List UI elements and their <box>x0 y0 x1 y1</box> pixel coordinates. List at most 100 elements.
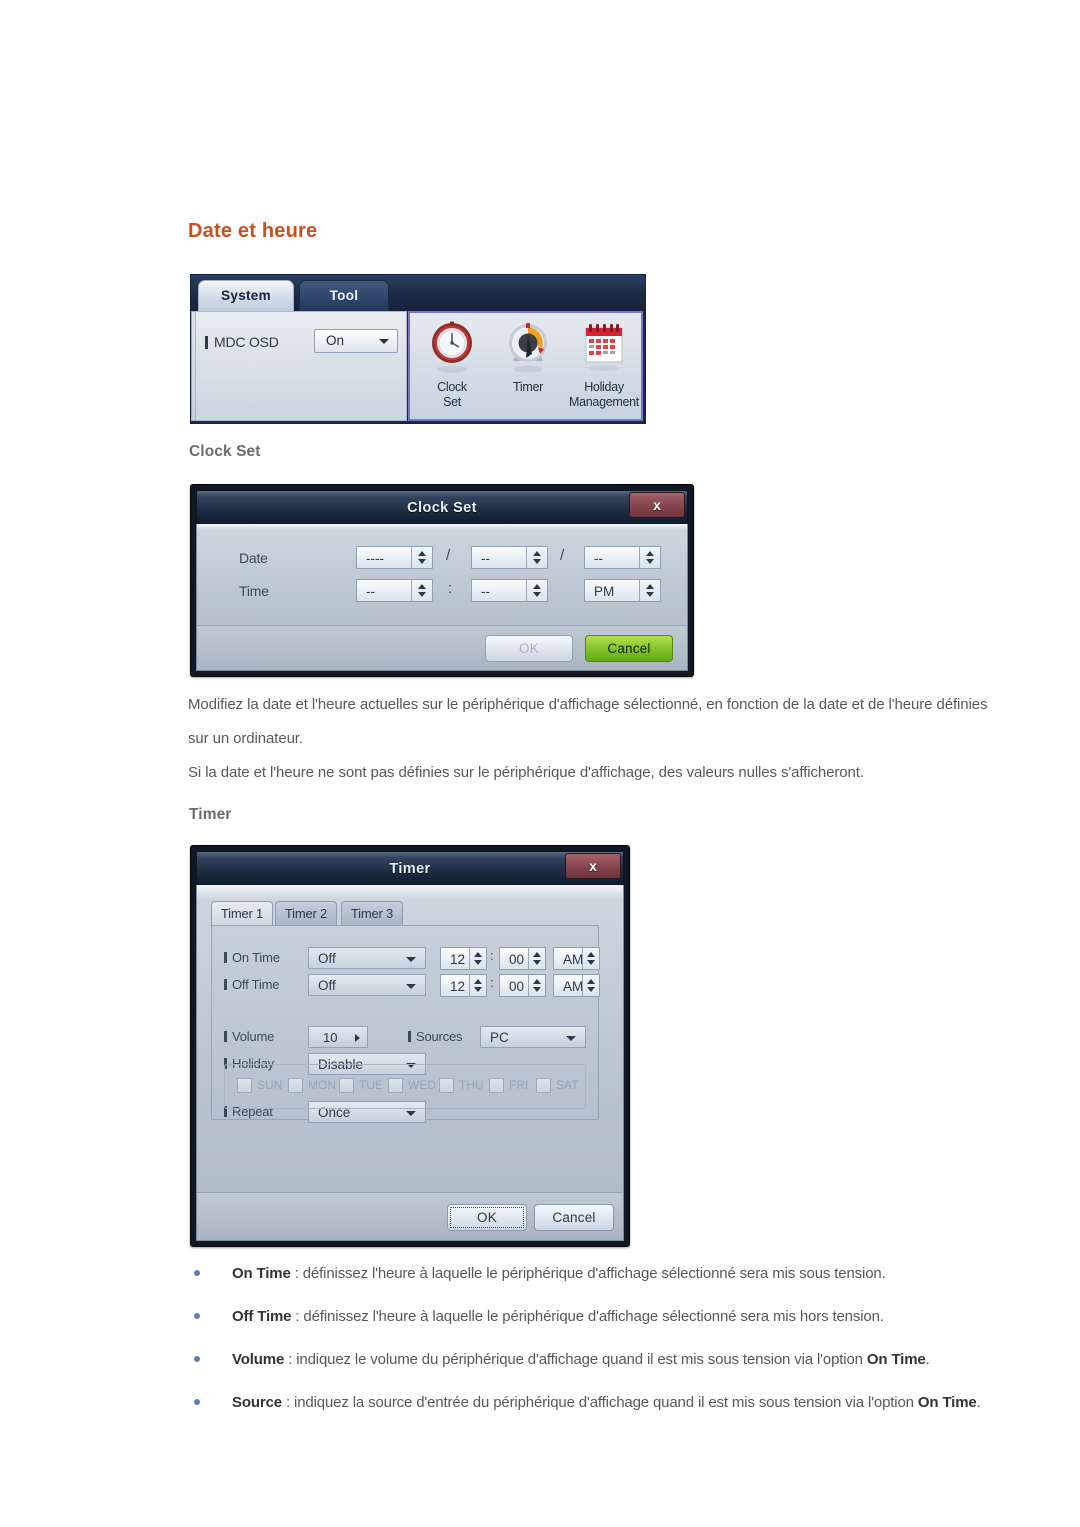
timer-dialog-title: Timer <box>389 861 431 877</box>
date-separator-2: / <box>560 547 565 564</box>
bullet-text: : définissez l'heure à laquelle le périp… <box>290 1265 886 1282</box>
label-sat: SAT <box>556 1078 579 1092</box>
date-year-value: ---- <box>366 551 384 566</box>
bullet-term: Off Time <box>232 1308 292 1325</box>
spinner-buttons[interactable] <box>528 975 545 996</box>
clock-set-cancel-button[interactable]: Cancel <box>585 635 673 662</box>
time-minute-value: -- <box>481 584 490 599</box>
spinner-buttons[interactable] <box>582 975 599 996</box>
clock-set-dialog: Clock Set x Date ---- / -- / -- Time -- … <box>190 484 694 677</box>
bullet-term: Source <box>232 1394 282 1411</box>
paragraph-1: Modifiez la date et l'heure actuelles su… <box>188 696 988 747</box>
timer-footer: OK Cancel <box>197 1192 623 1240</box>
close-icon[interactable]: x <box>565 853 621 879</box>
timer-cancel-button[interactable]: Cancel <box>534 1204 614 1231</box>
sources-value: PC <box>490 1030 509 1045</box>
timer-button[interactable]: Timer <box>490 318 566 394</box>
off-time-state-value: Off <box>318 978 336 993</box>
spinner-buttons[interactable] <box>469 975 486 996</box>
off-time-label: Off Time <box>224 977 279 992</box>
clock-set-button[interactable]: Clock Set <box>414 318 490 409</box>
checkbox-thu[interactable] <box>439 1078 454 1093</box>
holiday-management-icon <box>578 318 630 376</box>
chevron-right-icon[interactable] <box>355 1034 360 1042</box>
tab-tool[interactable]: Tool <box>299 280 389 311</box>
spinner-buttons[interactable] <box>526 580 547 601</box>
checkbox-tue[interactable] <box>339 1078 354 1093</box>
spinner-buttons[interactable] <box>411 580 432 601</box>
checkbox-sun[interactable] <box>237 1078 252 1093</box>
spinner-buttons[interactable] <box>639 580 660 601</box>
volume-label: Volume <box>224 1029 274 1044</box>
time-minute-spinner[interactable]: -- <box>471 579 548 602</box>
spinner-buttons[interactable] <box>526 547 547 568</box>
time-meridiem-value: PM <box>594 584 615 599</box>
timer-ok-button[interactable]: OK <box>447 1204 527 1231</box>
mdc-system-panel: System Tool MDC OSD On Clock Set Timer H… <box>190 274 646 424</box>
date-year-spinner[interactable]: ---- <box>356 546 433 569</box>
chevron-down-icon <box>406 1111 416 1116</box>
date-month-spinner[interactable]: -- <box>471 546 548 569</box>
time-hour-spinner[interactable]: -- <box>356 579 433 602</box>
chevron-down-icon <box>406 984 416 989</box>
clock-set-subtitle: Clock Set <box>189 443 261 460</box>
off-time-minute-spinner[interactable]: 00 <box>499 974 546 997</box>
timer-dialog: Timer x Timer 1 Timer 2 Timer 3 On Time … <box>190 845 630 1247</box>
on-time-minute-spinner[interactable]: 00 <box>499 947 546 970</box>
close-icon[interactable]: x <box>629 492 685 518</box>
holiday-management-button[interactable]: Holiday Management <box>566 318 642 409</box>
list-item: On Time : définissez l'heure à laquelle … <box>188 1258 1018 1289</box>
label-sun: SUN <box>257 1078 283 1092</box>
checkbox-fri[interactable] <box>489 1078 504 1093</box>
bullet-text: : indiquez le volume du périphérique d'a… <box>284 1351 867 1368</box>
tab-timer-2[interactable]: Timer 2 <box>275 901 337 926</box>
tab-system[interactable]: System <box>198 280 294 311</box>
spinner-buttons[interactable] <box>469 948 486 969</box>
time-meridiem-spinner[interactable]: PM <box>584 579 661 602</box>
tab-timer-3[interactable]: Timer 3 <box>341 901 403 926</box>
spinner-buttons[interactable] <box>411 547 432 568</box>
document-page: Date et heure System Tool MDC OSD On Clo… <box>0 0 1080 1527</box>
on-time-hour-spinner[interactable]: 12 <box>440 947 487 970</box>
time-label: Time <box>239 583 269 599</box>
clock-set-titlebar: Clock Set x <box>196 490 688 524</box>
clock-set-footer: OK Cancel <box>197 625 687 670</box>
timer-dialog-body: Timer 1 Timer 2 Timer 3 On Time Off 12 : <box>196 885 624 1241</box>
mdc-osd-select[interactable]: On <box>314 329 398 353</box>
spinner-buttons[interactable] <box>582 948 599 969</box>
off-time-hour-value: 12 <box>450 979 466 994</box>
checkbox-mon[interactable] <box>288 1078 303 1093</box>
off-time-hour-spinner[interactable]: 12 <box>440 974 487 997</box>
bullet-text-2: . <box>976 1394 981 1411</box>
clock-set-ok-button[interactable]: OK <box>485 635 573 662</box>
list-item: Source : indiquez la source d'entrée du … <box>188 1387 1018 1418</box>
bullet-term-2: On Time <box>917 1394 977 1411</box>
chevron-down-icon <box>379 339 389 344</box>
checkbox-wed[interactable] <box>388 1078 403 1093</box>
volume-stepper[interactable]: 10 <box>308 1026 368 1048</box>
on-time-state-value: Off <box>318 951 336 966</box>
mdc-osd-label: MDC OSD <box>205 334 279 350</box>
bullet-term: Volume <box>232 1351 285 1368</box>
timer-icon <box>502 318 554 376</box>
spinner-buttons[interactable] <box>528 948 545 969</box>
sources-select[interactable]: PC <box>480 1026 586 1048</box>
on-time-meridiem-value: AM <box>563 952 584 967</box>
bullet-text-2: . <box>925 1351 930 1368</box>
off-time-state-select[interactable]: Off <box>308 974 426 996</box>
tab-timer-1[interactable]: Timer 1 <box>211 901 273 926</box>
bullet-list: On Time : définissez l'heure à laquelle … <box>188 1258 1018 1430</box>
sources-label: Sources <box>408 1029 462 1044</box>
spinner-buttons[interactable] <box>639 547 660 568</box>
on-time-state-select[interactable]: Off <box>308 947 426 969</box>
on-time-meridiem-spinner[interactable]: AM <box>553 947 600 970</box>
chevron-down-icon <box>566 1036 576 1041</box>
timer-caption: Timer <box>513 380 543 394</box>
holiday-management-caption: Holiday Management <box>569 380 639 409</box>
label-thu: THU <box>459 1078 484 1092</box>
off-time-meridiem-spinner[interactable]: AM <box>553 974 600 997</box>
clock-set-caption: Clock Set <box>437 380 467 409</box>
date-separator-1: / <box>446 547 451 564</box>
checkbox-sat[interactable] <box>536 1078 551 1093</box>
date-day-spinner[interactable]: -- <box>584 546 661 569</box>
